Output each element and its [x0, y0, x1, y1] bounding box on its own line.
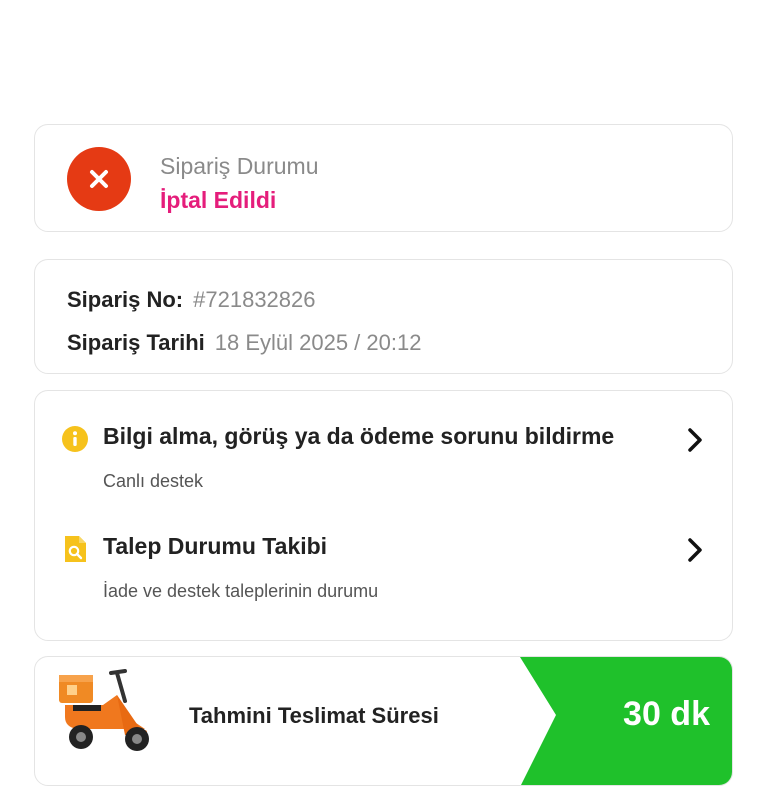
order-number-label: Sipariş No: [67, 287, 184, 312]
order-status-title: Sipariş Durumu [160, 153, 319, 179]
delivery-estimate-label: Tahmini Teslimat Süresi [189, 703, 439, 728]
support-item-request-tracking[interactable]: Talep Durumu Takibi İade ve destek talep… [35, 523, 732, 623]
order-info-card: Sipariş No: #721832826 Sipariş Tarihi 18 E… [34, 259, 733, 374]
order-number-row: Sipariş No: #721832826 [67, 287, 316, 313]
close-icon [67, 147, 131, 211]
support-item-subtitle: İade ve destek taleplerinin durumu [103, 581, 379, 601]
delivery-estimate-card: Tahmini Teslimat Süresi 30 dk [34, 656, 733, 786]
order-status-card: Sipariş Durumu İptal Edildi [34, 124, 733, 232]
order-date-label: Sipariş Tarihi [67, 330, 205, 355]
delivery-time-value: 30 dk [623, 695, 710, 733]
order-number-value: #721832826 [193, 287, 316, 312]
support-item-title: Bilgi alma, görüş ya da ödeme sorunu bil… [103, 423, 615, 449]
order-date-value: 18 Eylül 2025 / 20:12 [214, 330, 422, 355]
document-search-icon [65, 536, 86, 562]
order-status-value: İptal Edildi [160, 187, 277, 213]
scooter-icon [59, 669, 149, 751]
support-item-title: Talep Durumu Takibi [103, 533, 328, 559]
support-item-live-support[interactable]: Bilgi alma, görüş ya da ödeme sorunu bil… [35, 413, 732, 513]
support-item-subtitle: Canlı destek [103, 471, 204, 491]
order-date-row: Sipariş Tarihi 18 Eylül 2025 / 20:12 [67, 330, 421, 356]
chevron-right-icon [688, 428, 702, 452]
chevron-right-icon [688, 538, 702, 562]
support-card: Bilgi alma, görüş ya da ödeme sorunu bil… [34, 390, 733, 641]
info-icon [62, 426, 88, 452]
